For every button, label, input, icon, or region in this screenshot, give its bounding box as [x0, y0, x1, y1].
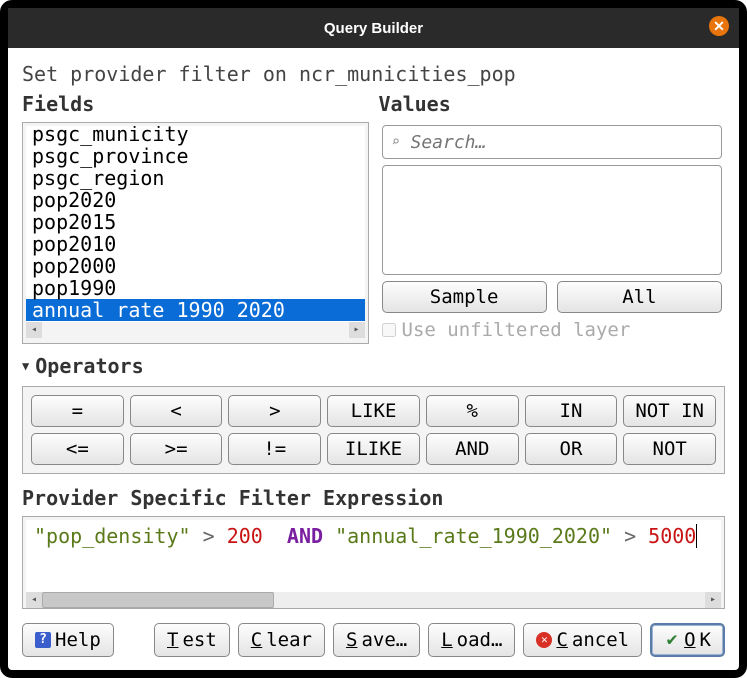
operator-button[interactable]: >= — [130, 433, 223, 465]
operator-button[interactable]: ILIKE — [327, 433, 420, 465]
fields-hscrollbar[interactable]: ◂ ▸ — [26, 322, 365, 338]
cancel-button[interactable]: ✕Cancel — [523, 623, 642, 657]
chevron-down-icon: ▼ — [22, 359, 29, 373]
window-title: Query Builder — [324, 20, 423, 37]
operator-button[interactable]: IN — [525, 395, 618, 427]
ok-icon: ✔ — [664, 632, 680, 648]
operator-button[interactable]: < — [130, 395, 223, 427]
scroll-track[interactable] — [42, 322, 349, 338]
operators-toggle[interactable]: ▼ Operators — [22, 354, 725, 378]
clear-button[interactable]: Clear — [238, 623, 325, 657]
expression-hscrollbar[interactable]: ◂ ▸ — [26, 592, 721, 608]
operator-button[interactable]: AND — [426, 433, 519, 465]
field-item[interactable]: psgc_region — [26, 167, 365, 189]
field-item[interactable]: pop2015 — [26, 211, 365, 233]
operator-button[interactable]: LIKE — [327, 395, 420, 427]
fields-label: Fields — [22, 92, 369, 116]
expression-editor[interactable]: "pop_density" > 200 AND "annual_rate_199… — [26, 520, 721, 592]
subtitle: Set provider filter on ncr_municities_po… — [22, 62, 725, 86]
operator-button[interactable]: % — [426, 395, 519, 427]
expression-label: Provider Specific Filter Expression — [22, 486, 725, 510]
help-icon: ? — [35, 632, 51, 648]
operator-button[interactable]: OR — [525, 433, 618, 465]
test-button[interactable]: Test — [154, 623, 230, 657]
scroll-thumb[interactable] — [42, 592, 274, 608]
operator-button[interactable]: NOT IN — [623, 395, 716, 427]
fields-list[interactable]: psgc_municitypsgc_provincepsgc_regionpop… — [26, 126, 365, 322]
values-box: ⌕ Sample All Use unfiltered layer — [379, 122, 726, 344]
operator-button[interactable]: = — [31, 395, 124, 427]
title-bar: Query Builder ✕ — [8, 8, 739, 48]
all-button[interactable]: All — [557, 281, 722, 313]
field-item[interactable]: psgc_municity — [26, 126, 365, 145]
values-search-input[interactable] — [382, 125, 723, 159]
operator-button[interactable]: <= — [31, 433, 124, 465]
scroll-right-icon[interactable]: ▸ — [349, 322, 365, 338]
cancel-icon: ✕ — [536, 632, 552, 648]
scroll-track[interactable] — [42, 592, 705, 608]
expression-box: "pop_density" > 200 AND "annual_rate_199… — [22, 516, 725, 609]
ok-button[interactable]: ✔OK — [650, 623, 725, 657]
unfiltered-label: Use unfiltered layer — [402, 319, 631, 341]
operator-button[interactable]: > — [228, 395, 321, 427]
unfiltered-checkbox — [382, 323, 396, 337]
scroll-right-icon[interactable]: ▸ — [705, 592, 721, 608]
fields-box: psgc_municitypsgc_provincepsgc_regionpop… — [22, 122, 369, 344]
load-button[interactable]: Load… — [428, 623, 515, 657]
operator-button[interactable]: NOT — [623, 433, 716, 465]
close-icon[interactable]: ✕ — [709, 16, 729, 36]
field-item[interactable]: pop2010 — [26, 233, 365, 255]
help-button[interactable]: ?Help — [22, 623, 114, 657]
field-item[interactable]: pop2000 — [26, 255, 365, 277]
field-item[interactable]: pop2020 — [26, 189, 365, 211]
values-label: Values — [379, 92, 726, 116]
scroll-left-icon[interactable]: ◂ — [26, 592, 42, 608]
values-list[interactable] — [382, 165, 723, 275]
search-icon: ⌕ — [392, 134, 400, 150]
scroll-left-icon[interactable]: ◂ — [26, 322, 42, 338]
unfiltered-checkbox-row: Use unfiltered layer — [382, 319, 723, 341]
field-item[interactable]: annual_rate_1990_2020 — [26, 299, 365, 321]
operators-label: Operators — [35, 354, 143, 378]
field-item[interactable]: pop1990 — [26, 277, 365, 299]
field-item[interactable]: psgc_province — [26, 145, 365, 167]
operator-button[interactable]: != — [228, 433, 321, 465]
sample-button[interactable]: Sample — [382, 281, 547, 313]
save-button[interactable]: Save… — [333, 623, 420, 657]
operators-box: =<>LIKE%INNOT IN <=>=!=ILIKEANDORNOT — [22, 386, 725, 474]
